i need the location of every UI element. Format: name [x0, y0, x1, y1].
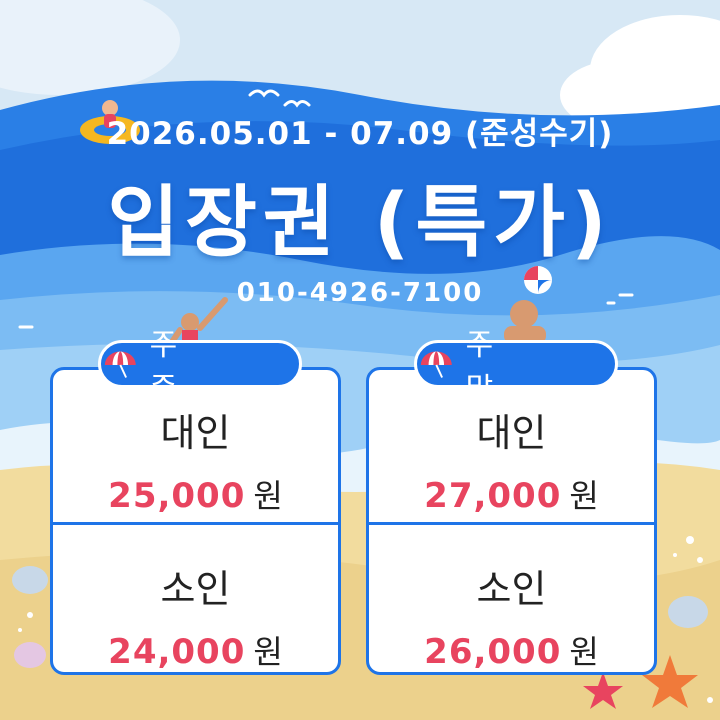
adult-label: 대인 — [160, 411, 231, 455]
currency-unit: 원 — [253, 633, 283, 671]
weekday-card: 대인 25,000 원 소인 24,000 원 — [50, 367, 341, 675]
ticket-poster: 2026.05.01 - 07.09 (준성수기) 입장권 (특가) 010-4… — [0, 0, 720, 720]
child-row: 소인 26,000 원 — [369, 558, 654, 673]
weekend-tab: 주 말 — [414, 328, 618, 407]
weekend-label: 주 말 — [465, 328, 524, 407]
child-label: 소인 — [476, 567, 547, 611]
currency-unit: 원 — [569, 633, 599, 671]
child-label: 소인 — [160, 567, 231, 611]
divider — [53, 522, 338, 525]
date-range: 2026.05.01 - 07.09 (준성수기) — [106, 116, 614, 152]
adult-price: 27,000 — [424, 476, 562, 516]
weekday-label: 주 중 — [149, 328, 208, 407]
divider — [369, 522, 654, 525]
adult-row: 대인 25,000 원 — [53, 402, 338, 517]
currency-unit: 원 — [253, 477, 283, 515]
weekday-tab: 주 중 — [98, 328, 302, 407]
umbrella-icon — [104, 351, 136, 378]
adult-label: 대인 — [476, 411, 547, 455]
child-price: 26,000 — [424, 632, 562, 672]
page-title: 입장권 (특가) — [107, 178, 613, 268]
weekend-card: 대인 27,000 원 소인 26,000 원 — [366, 367, 657, 675]
adult-price: 25,000 — [108, 476, 246, 516]
adult-row: 대인 27,000 원 — [369, 402, 654, 517]
child-price: 24,000 — [108, 632, 246, 672]
child-row: 소인 24,000 원 — [53, 558, 338, 673]
currency-unit: 원 — [569, 477, 599, 515]
umbrella-icon — [420, 351, 452, 378]
phone-number: 010-4926-7100 — [236, 278, 484, 308]
